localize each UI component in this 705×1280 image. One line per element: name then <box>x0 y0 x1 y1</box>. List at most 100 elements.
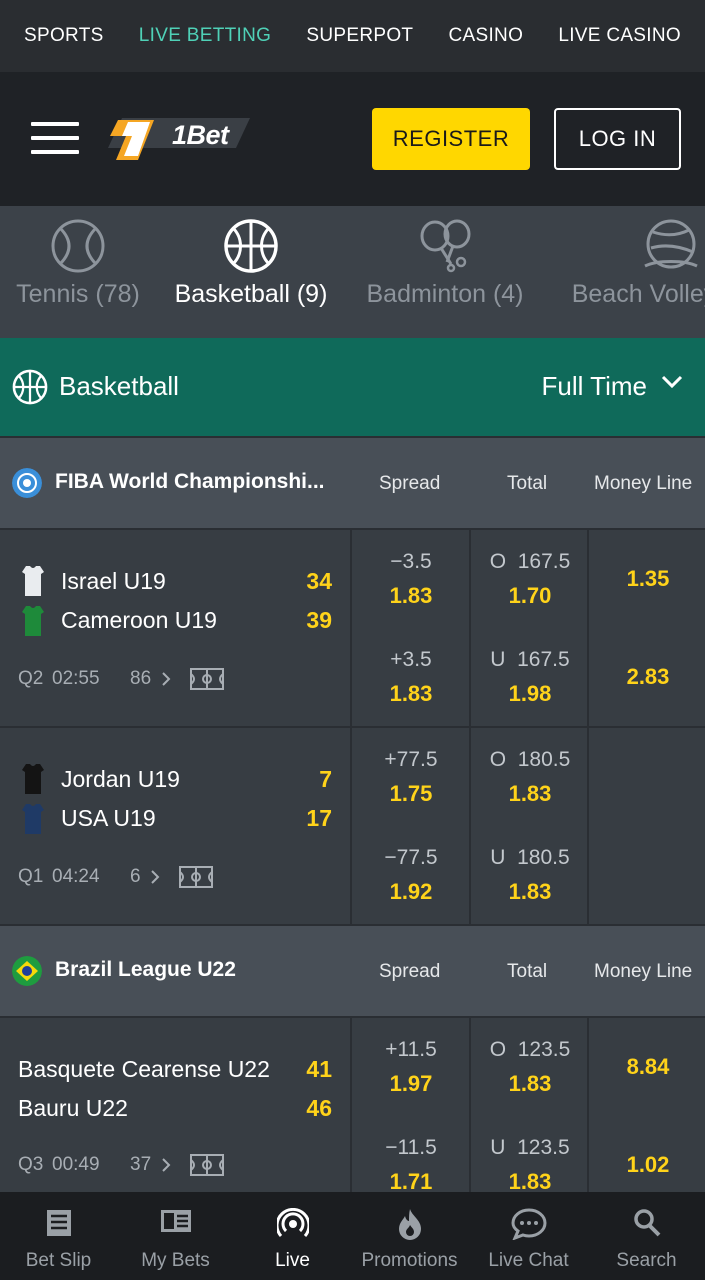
total-odds[interactable]: 1.98 <box>471 681 589 707</box>
total-odds[interactable]: 1.83 <box>471 781 589 807</box>
spread-odds[interactable]: 1.83 <box>352 681 470 707</box>
money-line-odds[interactable]: 8.84 <box>589 1054 705 1080</box>
court-icon[interactable] <box>179 866 213 888</box>
hamburger-line <box>31 136 79 140</box>
total-odds[interactable]: 1.83 <box>471 879 589 905</box>
markets-count[interactable]: 37 <box>130 1154 151 1176</box>
spread-column[interactable]: +77.5 1.75 −77.5 1.92 <box>350 728 470 924</box>
home-score: 34 <box>306 568 332 594</box>
money-line-column[interactable]: 1.35 2.83 <box>587 530 705 726</box>
home-score: 7 <box>319 766 332 792</box>
spread-odds[interactable]: 1.75 <box>352 781 470 807</box>
sport-tab-badminton[interactable]: Badminton (4) <box>361 218 529 309</box>
total-odds[interactable]: 1.83 <box>471 1071 589 1097</box>
match-info[interactable]: Israel U19 34 Cameroon U19 39 Q2 02:55 8… <box>0 530 350 726</box>
total-column[interactable]: O 123.5 1.83 U 123.5 1.83 <box>469 1018 589 1214</box>
total-column[interactable]: O 180.5 1.83 U 180.5 1.83 <box>469 728 589 924</box>
money-line-odds[interactable]: 1.35 <box>589 566 705 592</box>
total-line: U 123.5 <box>490 1136 570 1159</box>
nav-live-casino[interactable]: LIVE CASINO <box>558 25 681 47</box>
money-line-column[interactable] <box>587 728 705 924</box>
brand-logo[interactable]: 1Bet <box>108 116 250 160</box>
period-select[interactable]: Full Time <box>542 371 647 402</box>
col-header-total: Total <box>507 961 548 982</box>
chevron-right-icon[interactable] <box>161 671 171 687</box>
match-info[interactable]: Jordan U19 7 USA U19 17 Q1 04:24 6 <box>0 728 350 924</box>
match-info[interactable]: Basquete Cearense U22 41 Bauru U22 46 Q3… <box>0 1018 350 1214</box>
nav-sports[interactable]: SPORTS <box>24 25 104 47</box>
page: SPORTS LIVE BETTING SUPERPOT CASINO LIVE… <box>0 0 705 1280</box>
bottom-nav-label: Search <box>616 1250 677 1271</box>
money-line-odds[interactable]: 2.83 <box>589 664 705 690</box>
total-line: O 123.5 <box>489 1038 571 1061</box>
my-bets-icon <box>160 1210 191 1232</box>
live-icon <box>276 1208 309 1237</box>
bottom-nav-label: Live <box>275 1250 310 1271</box>
match-clock: 04:24 <box>52 866 100 887</box>
match-clock: 02:55 <box>52 668 100 689</box>
away-jersey-icon <box>22 804 44 834</box>
total-column[interactable]: O 167.5 1.70 U 167.5 1.98 <box>469 530 589 726</box>
nav-live-betting[interactable]: LIVE BETTING <box>139 25 271 47</box>
sport-tab-beach-volley[interactable]: Beach Volley <box>559 218 705 309</box>
sports-carousel[interactable]: Tennis (78) Basketball (9) Badminton (4) <box>0 206 705 338</box>
sport-title: Basketball <box>59 371 179 401</box>
markets-count[interactable]: 86 <box>130 668 151 690</box>
bottom-nav-search[interactable]: Search <box>588 1192 705 1280</box>
match-row[interactable]: Israel U19 34 Cameroon U19 39 Q2 02:55 8… <box>0 528 705 726</box>
away-score: 46 <box>306 1095 332 1121</box>
away-team: Bauru U22 <box>18 1095 128 1121</box>
fiba-flag-icon <box>12 468 42 498</box>
spread-line: −11.5 <box>385 1136 437 1159</box>
bottom-nav: Bet Slip My Bets Live Promotions Live Ch… <box>0 1192 705 1280</box>
match-row[interactable]: Jordan U19 7 USA U19 17 Q1 04:24 6 +77.5… <box>0 726 705 924</box>
league-header[interactable]: Brazil League U22 Spread Total Money Lin… <box>0 924 705 1016</box>
chevron-down-icon[interactable] <box>661 374 683 390</box>
bottom-nav-label: Bet Slip <box>25 1250 92 1271</box>
court-icon[interactable] <box>190 668 224 690</box>
spread-odds[interactable]: 1.92 <box>352 879 470 905</box>
match-row[interactable]: Basquete Cearense U22 41 Bauru U22 46 Q3… <box>0 1016 705 1214</box>
total-odds[interactable]: 1.70 <box>471 583 589 609</box>
chat-icon <box>510 1208 547 1240</box>
col-header-spread: Spread <box>379 961 441 982</box>
register-button[interactable]: REGISTER <box>372 108 530 170</box>
sport-tab-basketball[interactable]: Basketball (9) <box>172 218 330 309</box>
spread-odds[interactable]: 1.97 <box>352 1071 470 1097</box>
nav-superpot[interactable]: SUPERPOT <box>306 25 413 47</box>
spread-odds[interactable]: 1.83 <box>352 583 470 609</box>
bet-slip-icon <box>46 1210 71 1236</box>
sport-tab-tennis[interactable]: Tennis (78) <box>14 218 142 309</box>
spread-line: +11.5 <box>385 1038 437 1061</box>
header: 1Bet REGISTER LOG IN <box>0 72 705 206</box>
basketball-icon <box>224 219 278 273</box>
search-icon <box>633 1209 660 1237</box>
home-jersey-icon <box>22 764 44 794</box>
brazil-flag-icon <box>12 956 42 986</box>
bottom-nav-my-bets[interactable]: My Bets <box>117 1192 234 1280</box>
menu-button[interactable] <box>20 108 90 168</box>
home-team: Jordan U19 <box>61 766 180 792</box>
sport-tab-label: Beach Volley <box>571 280 705 308</box>
spread-column[interactable]: +11.5 1.97 −11.5 1.71 <box>350 1018 470 1214</box>
markets-count[interactable]: 6 <box>130 866 141 888</box>
court-icon[interactable] <box>190 1154 224 1176</box>
bottom-nav-label: My Bets <box>141 1250 210 1271</box>
money-line-column[interactable]: 8.84 1.02 <box>587 1018 705 1214</box>
bottom-nav-bet-slip[interactable]: Bet Slip <box>0 1192 117 1280</box>
spread-column[interactable]: −3.5 1.83 +3.5 1.83 <box>350 530 470 726</box>
flame-icon <box>398 1209 421 1240</box>
chevron-right-icon[interactable] <box>150 869 160 885</box>
home-team: Israel U19 <box>61 568 166 594</box>
login-button[interactable]: LOG IN <box>554 108 681 170</box>
chevron-right-icon[interactable] <box>161 1157 171 1173</box>
bottom-nav-label: Live Chat <box>488 1250 569 1271</box>
hamburger-icon <box>31 122 79 126</box>
nav-casino[interactable]: CASINO <box>449 25 524 47</box>
bottom-nav-promotions[interactable]: Promotions <box>351 1192 468 1280</box>
league-name: Brazil League U22 <box>55 958 236 981</box>
league-header[interactable]: FIBA World Championshi... Spread Total M… <box>0 436 705 528</box>
bottom-nav-live-chat[interactable]: Live Chat <box>470 1192 587 1280</box>
money-line-odds[interactable]: 1.02 <box>589 1152 705 1178</box>
bottom-nav-live[interactable]: Live <box>234 1192 351 1280</box>
